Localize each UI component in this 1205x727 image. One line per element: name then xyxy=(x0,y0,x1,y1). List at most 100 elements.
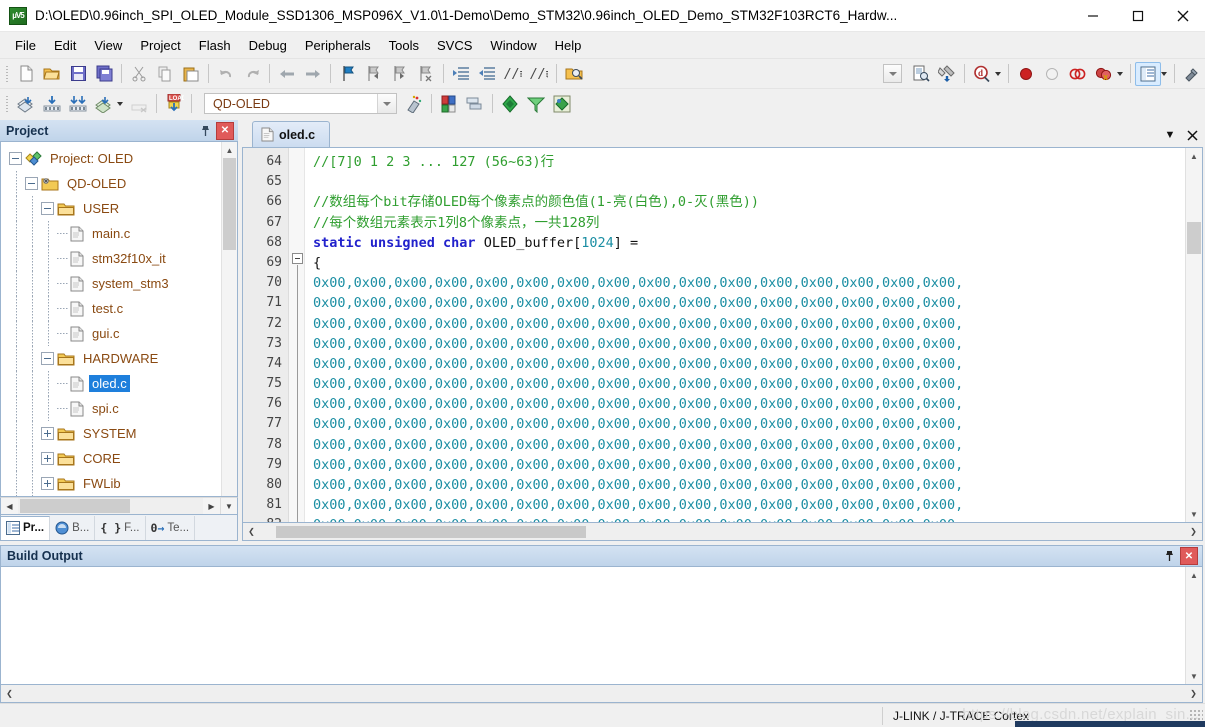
close-icon[interactable]: ✕ xyxy=(1180,547,1198,565)
scroll-left-icon[interactable]: ❮ xyxy=(1,686,18,702)
close-button[interactable] xyxy=(1160,0,1205,32)
redo-icon[interactable] xyxy=(239,62,265,86)
scroll-down-icon[interactable]: ▼ xyxy=(1186,668,1202,684)
menu-project[interactable]: Project xyxy=(131,35,189,56)
scroll-thumb[interactable] xyxy=(223,158,236,250)
indent-decrease-icon[interactable] xyxy=(474,62,500,86)
close-icon[interactable] xyxy=(1181,123,1203,147)
translate-file-icon[interactable] xyxy=(13,92,39,116)
menu-svcs[interactable]: SVCS xyxy=(428,35,481,56)
code-folding-column[interactable] xyxy=(289,148,305,522)
menu-view[interactable]: View xyxy=(85,35,131,56)
scroll-dropdown-icon[interactable]: ▼ xyxy=(220,498,237,514)
insert-bookmark-icon[interactable] xyxy=(908,62,934,86)
navigate-forward-icon[interactable] xyxy=(300,62,326,86)
rebuild-all-icon[interactable] xyxy=(65,92,91,116)
debug-settings-icon[interactable] xyxy=(1179,62,1205,86)
fold-toggle-icon[interactable] xyxy=(292,253,303,264)
copy-icon[interactable] xyxy=(152,62,178,86)
build-target-icon[interactable] xyxy=(39,92,65,116)
expander-icon[interactable] xyxy=(41,427,54,440)
chevron-down-icon[interactable]: ▼ xyxy=(1159,123,1181,147)
bookmark-next-icon[interactable] xyxy=(387,62,413,86)
bookmark-toggle-icon[interactable] xyxy=(335,62,361,86)
tree-item-core[interactable]: CORE xyxy=(1,446,221,471)
uncomment-icon[interactable]: //≢ xyxy=(526,62,552,86)
scroll-track[interactable] xyxy=(18,685,1185,702)
find-dropdown-caret-icon[interactable] xyxy=(995,71,1001,76)
menu-tools[interactable]: Tools xyxy=(380,35,428,56)
code-area[interactable]: 64 65 66 67 68 69 70 71 72 73 74 75 76 7… xyxy=(243,148,1185,522)
scroll-up-icon[interactable]: ▲ xyxy=(1186,148,1202,164)
scroll-left-icon[interactable]: ❮ xyxy=(243,524,260,540)
editor-vertical-scrollbar[interactable]: ▲ ▼ xyxy=(1185,148,1202,522)
code-text[interactable]: //[7]0 1 2 3 ... 127 (56~63)行 //数组每个bit存… xyxy=(305,148,1185,522)
breakpoint-dropdown-caret-icon[interactable] xyxy=(1117,71,1123,76)
manage-components-icon[interactable] xyxy=(436,92,462,116)
toolbar-grip[interactable] xyxy=(4,63,10,84)
expander-icon[interactable] xyxy=(41,477,54,490)
bookmark-clear-icon[interactable] xyxy=(413,62,439,86)
tab-templates[interactable]: 0→ Te... xyxy=(146,515,196,540)
indent-increase-icon[interactable] xyxy=(448,62,474,86)
project-tree-horizontal-scrollbar[interactable]: ◀ ▶ ▼ xyxy=(0,497,238,515)
batch-build-icon[interactable] xyxy=(91,92,117,116)
scroll-right-icon[interactable]: ❯ xyxy=(1185,524,1202,540)
tab-functions[interactable]: { } F... xyxy=(95,515,146,540)
pack-installer-icon[interactable] xyxy=(497,92,523,116)
menu-edit[interactable]: Edit xyxy=(45,35,85,56)
expander-icon[interactable] xyxy=(41,352,54,365)
project-tree[interactable]: Project: OLED QD-OLED USER main.c stm32f… xyxy=(1,142,221,496)
navigate-back-icon[interactable] xyxy=(274,62,300,86)
menu-debug[interactable]: Debug xyxy=(240,35,296,56)
scroll-thumb[interactable] xyxy=(276,525,586,538)
expander-icon[interactable] xyxy=(9,152,22,165)
multi-project-icon[interactable] xyxy=(462,92,488,116)
undo-icon[interactable] xyxy=(213,62,239,86)
tree-item-spi-c[interactable]: spi.c xyxy=(1,396,221,421)
expander-icon[interactable] xyxy=(41,452,54,465)
tree-item-oled-c[interactable]: oled.c xyxy=(1,371,221,396)
scroll-up-icon[interactable]: ▲ xyxy=(1186,567,1202,583)
project-window-dropdown-caret-icon[interactable] xyxy=(1161,71,1167,76)
tree-item-system[interactable]: SYSTEM xyxy=(1,421,221,446)
breakpoint-disable-icon[interactable] xyxy=(1039,62,1065,86)
menu-flash[interactable]: Flash xyxy=(190,35,240,56)
editor-tab-oled-c[interactable]: oled.c xyxy=(252,121,331,147)
tree-item-fwlib[interactable]: FWLib xyxy=(1,471,221,496)
paste-icon[interactable] xyxy=(178,62,204,86)
bookmark-prev-icon[interactable] xyxy=(361,62,387,86)
scroll-left-icon[interactable]: ◀ xyxy=(1,498,18,514)
scroll-down-icon[interactable]: ▼ xyxy=(1186,506,1202,522)
project-tree-vertical-scrollbar[interactable]: ▲ xyxy=(221,142,237,496)
tree-item-test-c[interactable]: test.c xyxy=(1,296,221,321)
menu-peripherals[interactable]: Peripherals xyxy=(296,35,380,56)
tree-item-user[interactable]: USER xyxy=(1,196,221,221)
scroll-track[interactable] xyxy=(260,523,1185,540)
editor-horizontal-scrollbar[interactable]: ❮ ❯ xyxy=(242,523,1203,541)
build-output-horizontal-scrollbar[interactable]: ❮ ❯ xyxy=(0,685,1203,703)
find-in-files-icon[interactable] xyxy=(561,62,587,86)
select-software-packs-icon[interactable] xyxy=(549,92,575,116)
menu-help[interactable]: Help xyxy=(546,35,591,56)
breakpoint-insert-icon[interactable] xyxy=(1013,62,1039,86)
tree-item-qd-oled[interactable]: QD-OLED xyxy=(1,171,221,196)
comment-icon[interactable]: //≡ xyxy=(500,62,526,86)
save-all-icon[interactable] xyxy=(91,62,117,86)
batch-build-caret-icon[interactable] xyxy=(117,101,123,106)
tree-item-system-stm32[interactable]: system_stm3 xyxy=(1,271,221,296)
cut-icon[interactable] xyxy=(126,62,152,86)
download-icon[interactable]: LOAD xyxy=(161,92,187,116)
menu-file[interactable]: File xyxy=(6,35,45,56)
scroll-right-icon[interactable]: ▶ xyxy=(203,498,220,514)
tree-item-main-c[interactable]: main.c xyxy=(1,221,221,246)
save-icon[interactable] xyxy=(65,62,91,86)
tree-item-stm32f10x-it[interactable]: stm32f10x_it xyxy=(1,246,221,271)
project-window-icon[interactable] xyxy=(1135,61,1161,86)
expander-icon[interactable] xyxy=(41,202,54,215)
manage-run-env-icon[interactable] xyxy=(523,92,549,116)
target-options-icon[interactable] xyxy=(401,92,427,116)
tree-item-gui-c[interactable]: gui.c xyxy=(1,321,221,346)
expander-icon[interactable] xyxy=(25,177,38,190)
scroll-track[interactable] xyxy=(1186,583,1202,668)
